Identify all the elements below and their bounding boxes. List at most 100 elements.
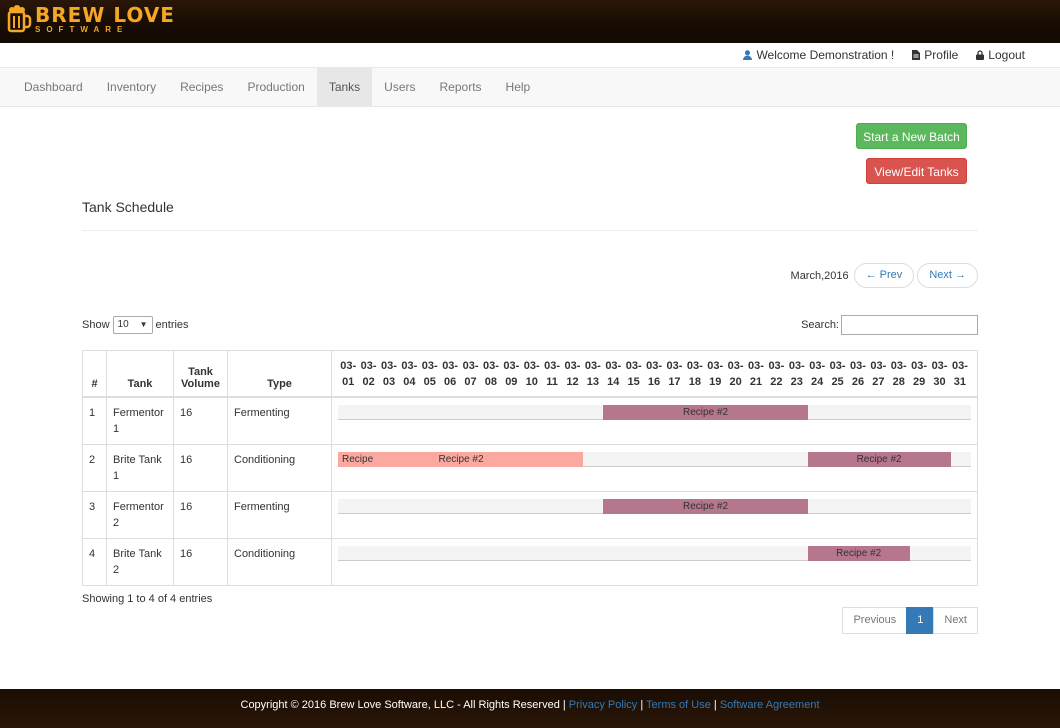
day-number: 25	[831, 375, 844, 388]
pagination-previous[interactable]: Previous	[842, 607, 908, 634]
day-header: 03- 08	[481, 358, 501, 390]
app-footer: Copyright © 2016 Brew Love Software, LLC…	[0, 689, 1060, 728]
batch-label: Recipe	[342, 453, 374, 465]
day-header: 03- 09	[501, 358, 521, 390]
batch-bar[interactable]: Recipe #2	[603, 404, 808, 420]
start-new-batch-button[interactable]: Start a New Batch	[856, 123, 967, 149]
month-label: March,2016	[790, 269, 849, 282]
table-search: Search:	[801, 315, 978, 335]
timeline-track: Recipe #2	[338, 545, 971, 561]
show-suffix: entries	[155, 319, 189, 331]
day-prefix: 03-	[462, 359, 479, 372]
day-prefix: 03-	[401, 359, 418, 372]
day-number: 15	[627, 375, 640, 388]
nav-production[interactable]: Production	[235, 68, 316, 106]
logout-label: Logout	[988, 48, 1025, 62]
day-prefix: 03-	[829, 359, 846, 372]
terms-of-use-link[interactable]: Terms of Use	[646, 699, 711, 711]
user-bar: Welcome Demonstration ! Profile Logout	[743, 48, 1025, 62]
day-prefix: 03-	[625, 359, 642, 372]
batch-bar[interactable]: Recipe #2	[603, 498, 808, 514]
batch-bar[interactable]: Recipe #2	[807, 451, 951, 467]
day-number: 10	[525, 375, 538, 388]
timeline-track: Recipe #2	[338, 498, 971, 514]
nav-reports[interactable]: Reports	[428, 68, 494, 106]
day-prefix: 03-	[686, 359, 703, 372]
column-header-num[interactable]: #	[82, 350, 107, 398]
day-header: 03- 19	[705, 358, 725, 390]
day-number: 23	[790, 375, 803, 388]
page-size-control: Show 10 ▼ entries	[82, 316, 189, 334]
nav-tanks[interactable]: Tanks	[316, 68, 373, 106]
day-number: 09	[505, 375, 518, 388]
prev-month-button[interactable]: ← Prev	[853, 263, 915, 288]
column-header-tank[interactable]: Tank	[106, 350, 174, 398]
cell-type: Fermenting	[227, 396, 332, 445]
next-month-button[interactable]: Next →	[917, 263, 978, 288]
day-header: 03- 27	[868, 358, 888, 390]
nav-users[interactable]: Users	[372, 68, 427, 106]
cell-tank: Fermentor 1	[106, 396, 174, 445]
cell-tank: Brite Tank 1	[106, 443, 174, 492]
day-prefix: 03-	[809, 359, 826, 372]
day-prefix: 03-	[482, 359, 499, 372]
column-header-volume[interactable]: Tank Volume	[173, 350, 228, 398]
page-size-select[interactable]: 10 ▼	[112, 316, 153, 334]
day-number: 12	[566, 375, 579, 388]
day-prefix: 03-	[931, 359, 948, 372]
day-number: 05	[423, 375, 436, 388]
pagination-page-1[interactable]: 1	[906, 607, 935, 634]
table-row[interactable]: 4 Brite Tank 2 16 Conditioning Recipe #2	[82, 537, 978, 586]
day-number: 14	[607, 375, 620, 388]
pagination-next[interactable]: Next	[933, 607, 978, 634]
day-prefix: 03-	[890, 359, 907, 372]
welcome-link[interactable]: Welcome Demonstration !	[743, 48, 894, 62]
title-divider	[82, 230, 978, 231]
batch-label: Recipe #2	[856, 453, 902, 465]
cell-timeline: Recipe #2	[331, 537, 978, 586]
day-header: 03- 23	[787, 358, 807, 390]
day-header: 03- 05	[420, 358, 440, 390]
privacy-policy-link[interactable]: Privacy Policy	[569, 699, 637, 711]
show-prefix: Show	[82, 319, 110, 331]
table-row[interactable]: 3 Fermentor 2 16 Fermenting Recipe #2	[82, 490, 978, 539]
nav-help[interactable]: Help	[494, 68, 543, 106]
day-prefix: 03-	[360, 359, 377, 372]
day-prefix: 03-	[748, 359, 764, 372]
profile-link[interactable]: Profile	[912, 48, 958, 62]
day-number: 31	[953, 375, 967, 388]
search-input[interactable]	[841, 315, 978, 335]
nav-recipes[interactable]: Recipes	[168, 68, 235, 106]
day-prefix: 03-	[951, 359, 968, 372]
batch-label: Recipe #2	[683, 500, 729, 512]
main-navbar: Dashboard Inventory Recipes Production T…	[0, 67, 1060, 107]
day-prefix: 03-	[584, 359, 601, 372]
day-header: 03- 13	[583, 358, 603, 390]
day-prefix: 03-	[503, 359, 520, 372]
cell-volume: 16	[173, 396, 228, 445]
batch-bar[interactable]: Recipe Recipe #2	[338, 451, 584, 467]
cell-type: Conditioning	[227, 443, 332, 492]
day-number: 30	[933, 375, 946, 388]
nav-inventory[interactable]: Inventory	[95, 68, 168, 106]
day-header: 03- 20	[725, 358, 745, 390]
day-header: 03- 28	[889, 358, 909, 390]
day-header: 03- 16	[644, 358, 664, 390]
day-header: 03- 22	[766, 358, 786, 390]
column-header-days: 03- 01 03- 02 03- 03 03- 04 03- 05 03- 06 03- 07 03- 08…	[331, 350, 978, 398]
batch-label: Recipe #2	[836, 547, 882, 559]
logout-link[interactable]: Logout	[976, 48, 1025, 62]
batch-bar[interactable]: Recipe #2	[807, 545, 910, 561]
view-edit-tanks-button[interactable]: View/Edit Tanks	[866, 158, 967, 184]
chevron-down-icon: ▼	[139, 320, 148, 329]
day-number: 04	[403, 375, 416, 388]
column-header-type[interactable]: Type	[227, 350, 332, 398]
page-title: Tank Schedule	[82, 199, 174, 215]
software-agreement-link[interactable]: Software Agreement	[720, 699, 820, 711]
table-row[interactable]: 2 Brite Tank 1 16 Conditioning Recipe Recipe …	[82, 443, 978, 492]
brand-logo[interactable]: BREW LOVE SOFTWARE	[6, 4, 175, 34]
table-row[interactable]: 1 Fermentor 1 16 Fermenting Recipe #2	[82, 396, 978, 445]
cell-timeline: Recipe Recipe #2 Recipe #2	[331, 443, 978, 492]
nav-dashboard[interactable]: Dashboard	[12, 68, 95, 106]
day-header: 03- 02	[358, 358, 378, 390]
